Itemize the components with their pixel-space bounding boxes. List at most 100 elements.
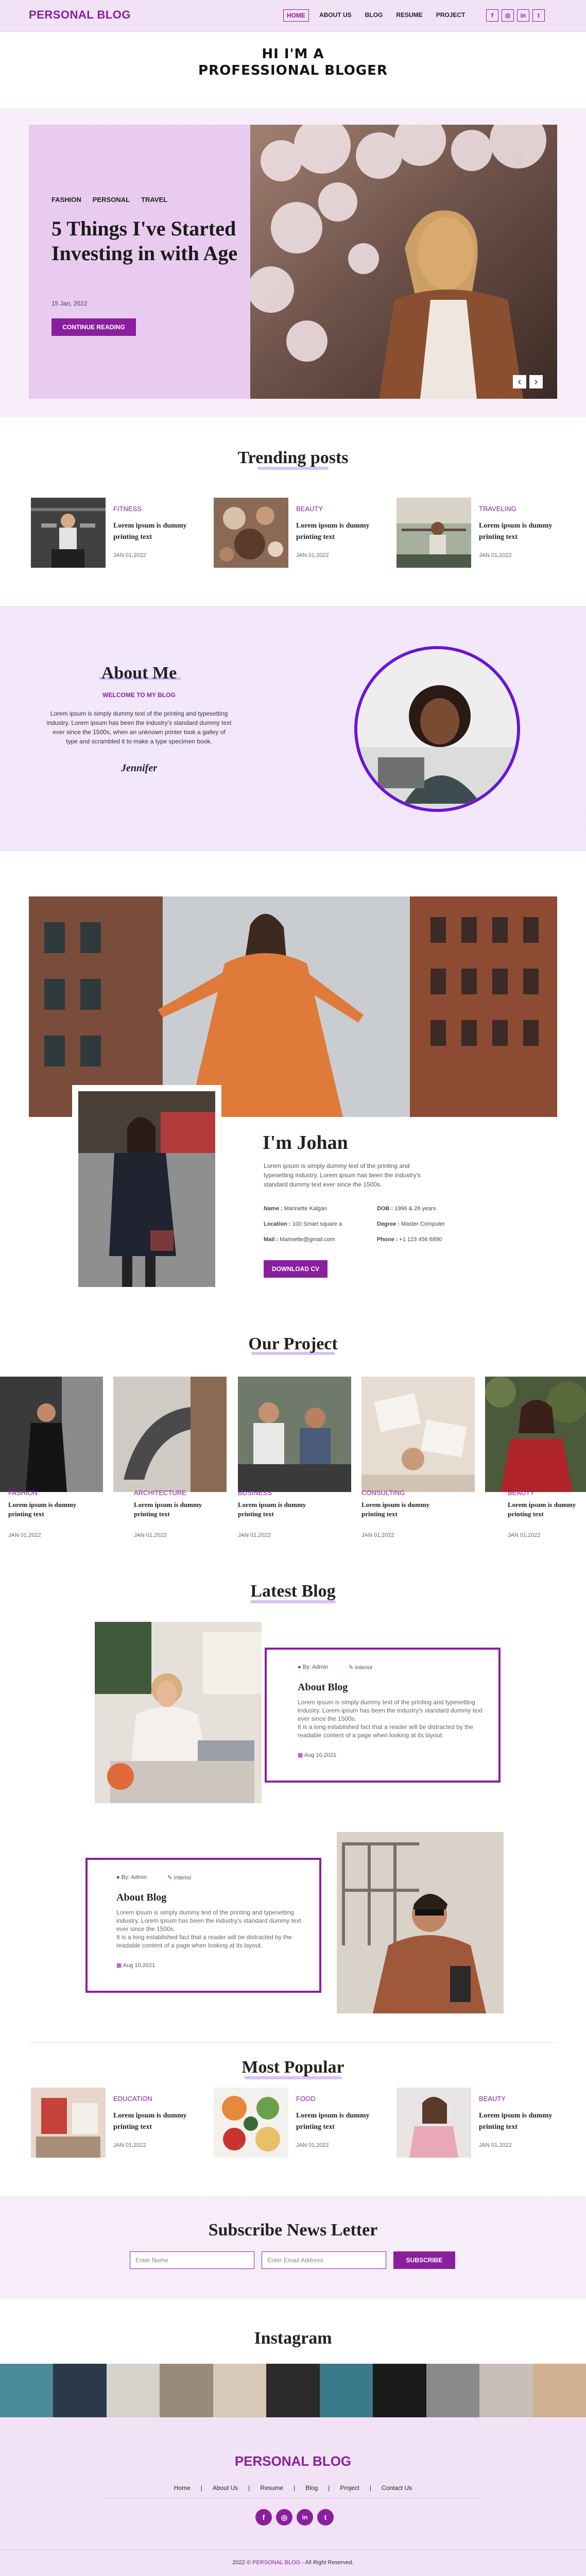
latest-post-meta: ● By: Admin ✎ Interior — [116, 1874, 192, 1881]
project-card[interactable]: FASHION Lorem ipsum is dummy printing te… — [0, 1377, 103, 1521]
popular-category[interactable]: BEAUTY — [479, 2095, 506, 2103]
project-card[interactable]: BUSINESS Lorem ipsum is dummy printing t… — [238, 1377, 351, 1521]
pin-icon: ✎ — [167, 1875, 173, 1881]
footer-link-home[interactable]: Home — [174, 2484, 191, 2492]
popular-card[interactable]: BEAUTY Lorem ipsum is dummy printing tex… — [397, 2088, 566, 2158]
trending-card[interactable]: BEAUTY Lorem ipsum is dummy printing tex… — [214, 498, 384, 568]
subscribe-email-input[interactable]: Enter Email Address — [262, 2251, 386, 2269]
instagram-photo[interactable] — [0, 2364, 54, 2417]
instagram-photo[interactable] — [319, 2364, 373, 2417]
main-nav: HOME ABOUT US BLOG RESUME PROJECT — [283, 9, 468, 22]
trending-card[interactable]: FITNESS Lorem ipsum is dummy printing te… — [31, 498, 201, 568]
trending-image-fitness — [31, 498, 106, 568]
project-item-title[interactable]: Lorem ipsum is dummy printing text — [238, 1500, 331, 1519]
nav-resume[interactable]: RESUME — [393, 9, 425, 22]
instagram-photo[interactable] — [266, 2364, 320, 2417]
trending-category[interactable]: BEAUTY — [296, 505, 323, 513]
project-card[interactable]: Architecture Lorem ipsum is dummy printi… — [113, 1377, 227, 1521]
hero-tag-fashion[interactable]: FASHION — [51, 196, 81, 204]
resume-name: I'm Johan — [263, 1132, 348, 1154]
latest-post-title[interactable]: About Blog — [298, 1682, 348, 1693]
nav-blog[interactable]: BLOG — [362, 9, 386, 22]
popular-card[interactable]: FOOD Lorem ipsum is dummy printing text … — [214, 2088, 384, 2158]
pin-icon: ✎ — [349, 1665, 354, 1671]
project-category[interactable]: CONSULTING — [361, 1489, 405, 1497]
project-card[interactable]: CONSULTING Lorem ipsum is dummy printing… — [361, 1377, 475, 1521]
latest-post-card[interactable]: ● By: Admin ✎ Interior About Blog Lorem … — [85, 1858, 321, 1993]
latest-post-date: ▦ Aug 10,2021 — [298, 1752, 337, 1758]
nav-home[interactable]: HOME — [283, 9, 309, 22]
popular-date: JAN 01,2022 — [113, 2142, 146, 2148]
footer-logo[interactable]: PERSONAL BLOG — [0, 2453, 586, 2469]
popular-category[interactable]: FOOD — [296, 2095, 316, 2103]
footer-link-contact-us[interactable]: Contact Us — [382, 2484, 412, 2492]
twitter-icon[interactable]: t — [317, 2509, 334, 2526]
instagram-photo[interactable] — [479, 2364, 533, 2417]
instagram-photo[interactable] — [106, 2364, 160, 2417]
project-card[interactable]: BEAUTY Lorem ipsum is dummy printing tex… — [485, 1377, 586, 1521]
latest-post-title[interactable]: About Blog — [116, 1892, 166, 1904]
latest-post-text-2: It is a long established fact that a rea… — [116, 1934, 292, 1949]
footer-link-project[interactable]: Project — [340, 2484, 359, 2492]
footer-link-blog[interactable]: Blog — [305, 2484, 318, 2492]
popular-list: EDUCATION Lorem ipsum is dummy printing … — [31, 2088, 556, 2160]
project-category[interactable]: BEAUTY — [508, 1489, 535, 1497]
trending-post-title[interactable]: Lorem ipsum is dummy printing text — [296, 520, 378, 543]
subscribe-button[interactable]: SUBSCRIBE — [393, 2251, 455, 2269]
hero-tag-personal[interactable]: PERSONAL — [93, 196, 130, 204]
project-category[interactable]: Architecture — [134, 1489, 186, 1497]
twitter-icon[interactable]: t — [532, 9, 545, 22]
project-item-title[interactable]: Lorem ipsum is dummy printing text — [8, 1500, 101, 1519]
popular-image-education — [31, 2088, 106, 2158]
continue-reading-button[interactable]: CONTINUE READING — [51, 318, 136, 336]
popular-category[interactable]: EDUCATION — [113, 2095, 152, 2103]
project-item-title[interactable]: Lorem ipsum is dummy printing text — [134, 1500, 221, 1519]
footer-nav: Home | About Us | Resume | Blog | Project | C… — [0, 2484, 586, 2492]
project-image-beauty — [485, 1377, 586, 1492]
hero-text-panel: FASHION PERSONAL TRAVEL 5 Things I've St… — [29, 125, 250, 399]
instagram-photo[interactable] — [532, 2364, 586, 2417]
facebook-icon[interactable]: f — [486, 9, 498, 22]
instagram-icon[interactable]: ◎ — [502, 9, 514, 22]
footer-link-resume[interactable]: Resume — [260, 2484, 283, 2492]
project-item-title[interactable]: Lorem ipsum is dummy printing text — [361, 1500, 454, 1519]
intro-heading: HI I'M A PROFESSIONAL BLOGER — [0, 46, 586, 78]
instagram-photo[interactable] — [426, 2364, 480, 2417]
trending-category[interactable]: FITNESS — [113, 505, 142, 513]
instagram-icon[interactable]: ◎ — [276, 2509, 292, 2526]
linkedin-icon[interactable]: in — [297, 2509, 313, 2526]
nav-project[interactable]: PROJECT — [433, 9, 469, 22]
trending-card[interactable]: TRAVELING Lorem ipsum is dummy printing … — [397, 498, 566, 568]
nav-about-us[interactable]: ABOUT US — [316, 9, 355, 22]
subscribe-name-input[interactable]: Enter Name — [130, 2251, 254, 2269]
project-image-consulting — [361, 1377, 475, 1492]
trending-category[interactable]: TRAVELING — [479, 505, 516, 513]
instagram-photo[interactable] — [213, 2364, 267, 2417]
download-cv-button[interactable]: DOWNLOAD CV — [264, 1260, 328, 1278]
popular-post-title[interactable]: Lorem ipsum is dummy printing text — [296, 2110, 378, 2133]
hero-next-button[interactable]: › — [529, 375, 543, 388]
trending-post-title[interactable]: Lorem ipsum is dummy printing text — [113, 520, 196, 543]
project-category[interactable]: BUSINESS — [238, 1489, 272, 1497]
popular-post-title[interactable]: Lorem ipsum is dummy printing text — [479, 2110, 561, 2133]
separator: | — [328, 2484, 330, 2492]
footer-link-about-us[interactable]: About Us — [213, 2484, 238, 2492]
hero-title[interactable]: 5 Things I've Started Investing in with … — [51, 216, 242, 266]
facebook-icon[interactable]: f — [255, 2509, 272, 2526]
hero-tag-travel[interactable]: TRAVEL — [141, 196, 167, 204]
site-logo[interactable]: PERSONAL BLOG — [29, 8, 131, 22]
instagram-photo[interactable] — [373, 2364, 426, 2417]
resume-photo-frame — [72, 1085, 221, 1293]
project-date: JAN 01,2022 — [508, 1532, 541, 1538]
instagram-photo[interactable] — [160, 2364, 213, 2417]
project-item-title[interactable]: Lorem ipsum is dummy printing text — [508, 1500, 585, 1519]
hero-prev-button[interactable]: ‹ — [513, 375, 526, 388]
popular-card[interactable]: EDUCATION Lorem ipsum is dummy printing … — [31, 2088, 201, 2158]
popular-post-title[interactable]: Lorem ipsum is dummy printing text — [113, 2110, 196, 2133]
instagram-photo[interactable] — [53, 2364, 107, 2417]
trending-post-title[interactable]: Lorem ipsum is dummy printing text — [479, 520, 561, 543]
calendar-icon: ▦ — [298, 1752, 303, 1758]
latest-post-card[interactable]: ● By: Admin ✎ Interior About Blog Lorem … — [265, 1648, 501, 1783]
project-category[interactable]: FASHION — [8, 1489, 38, 1497]
linkedin-icon[interactable]: in — [517, 9, 529, 22]
